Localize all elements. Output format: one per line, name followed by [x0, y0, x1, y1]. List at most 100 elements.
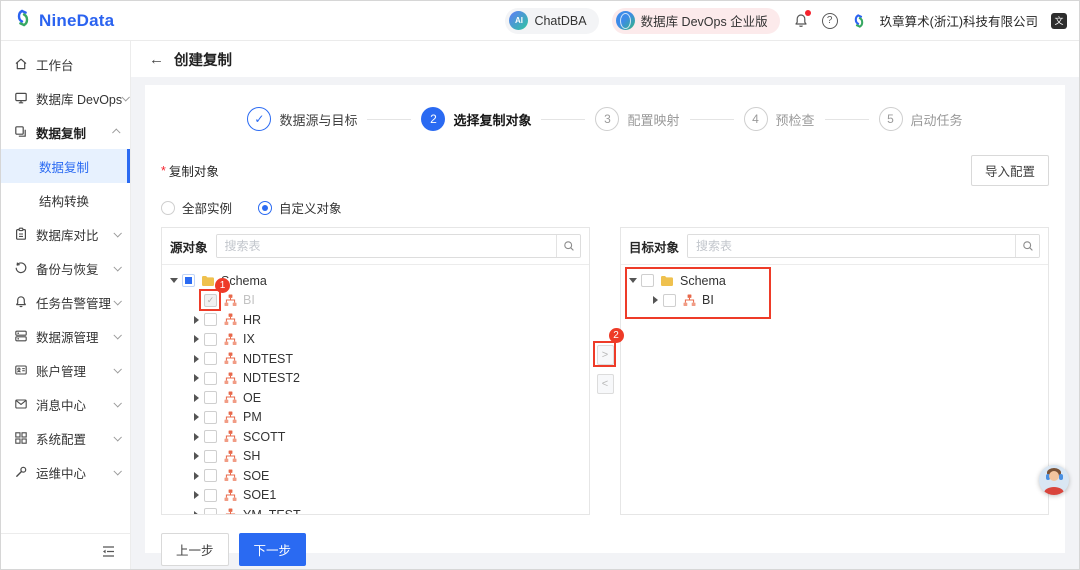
- sidebar-item-task-alert[interactable]: 任务告警管理: [1, 285, 130, 319]
- tree-row-PM[interactable]: PM: [168, 408, 585, 428]
- chevron-down-icon: [113, 467, 121, 475]
- search-icon[interactable]: [1015, 235, 1039, 257]
- tree-checkbox[interactable]: [204, 391, 217, 404]
- radio-circle-icon[interactable]: [161, 201, 175, 215]
- ninedata-logo[interactable]: NineData: [13, 8, 114, 33]
- caret-right-icon[interactable]: [190, 374, 202, 382]
- radio-custom-objects[interactable]: 自定义对象: [258, 198, 342, 217]
- tree-checkbox[interactable]: ✓: [204, 294, 217, 307]
- tree-checkbox[interactable]: [204, 450, 217, 463]
- main-card: ✓ 数据源与目标 2 选择复制对象 3 配置映射 4: [145, 85, 1065, 553]
- caret-right-icon[interactable]: [190, 491, 202, 499]
- caret-right-icon[interactable]: [190, 413, 202, 421]
- sidebar-item-replication[interactable]: 数据复制: [1, 115, 130, 149]
- tree-checkbox[interactable]: [204, 352, 217, 365]
- tree-row-SOE1[interactable]: SOE1: [168, 486, 585, 506]
- sidebar-item-workbench[interactable]: 工作台: [1, 47, 130, 81]
- annotation-badge-2: 2: [609, 328, 624, 343]
- caret-right-icon[interactable]: [649, 296, 661, 304]
- tree-row-IX[interactable]: IX: [168, 330, 585, 350]
- chatdba-button[interactable]: AI ChatDBA: [505, 8, 598, 34]
- sidebar-item-data-replication[interactable]: 数据复制: [1, 149, 130, 183]
- tree-checkbox[interactable]: [204, 508, 217, 514]
- caret-down-icon[interactable]: [627, 278, 639, 283]
- chevron-down-icon: [113, 399, 121, 407]
- tree-row-SH[interactable]: SH: [168, 447, 585, 467]
- caret-right-icon[interactable]: [190, 335, 202, 343]
- target-search-input[interactable]: [688, 235, 1015, 257]
- edition-badge[interactable]: 数据库 DevOps 企业版: [612, 8, 780, 34]
- sidebar-item-structure-transform[interactable]: 结构转换: [1, 183, 130, 217]
- folder-icon: [201, 274, 215, 288]
- import-config-button[interactable]: 导入配置: [971, 155, 1049, 186]
- language-switch-icon[interactable]: 文: [1051, 13, 1067, 29]
- caret-right-icon[interactable]: [190, 433, 202, 441]
- tree-checkbox[interactable]: [204, 313, 217, 326]
- tree-checkbox[interactable]: [204, 430, 217, 443]
- target-panel-title: 目标对象: [629, 237, 679, 256]
- tree-row-SCOTT[interactable]: SCOTT: [168, 427, 585, 447]
- previous-step-button[interactable]: 上一步: [161, 533, 229, 566]
- back-arrow-icon[interactable]: ←: [149, 52, 164, 67]
- sidebar-item-account[interactable]: 账户管理: [1, 353, 130, 387]
- sidebar-item-db-compare[interactable]: 数据库对比: [1, 217, 130, 251]
- tree-row-SOE[interactable]: SOE: [168, 466, 585, 486]
- tree-row-Schema[interactable]: Schema: [627, 271, 1044, 291]
- radio-all-instances[interactable]: 全部实例: [161, 198, 232, 217]
- tree-row-BI[interactable]: BI: [627, 291, 1044, 311]
- step-check-icon: ✓: [247, 107, 271, 131]
- sidebar-item-devops[interactable]: 数据库 DevOps: [1, 81, 130, 115]
- schema-icon: [223, 313, 237, 327]
- page-titlebar: ← 创建复制: [131, 41, 1079, 77]
- caret-right-icon[interactable]: [190, 316, 202, 324]
- menu-fold-icon[interactable]: [101, 544, 116, 559]
- tree-label: SOE1: [243, 488, 276, 502]
- caret-right-icon[interactable]: [190, 394, 202, 402]
- tree-row-YM_TEST[interactable]: YM_TEST: [168, 505, 585, 514]
- radio-circle-selected-icon[interactable]: [258, 201, 272, 215]
- help-icon[interactable]: ?: [822, 13, 838, 29]
- notification-bell-icon[interactable]: [793, 13, 809, 29]
- step-connector: [367, 119, 411, 120]
- caret-right-icon[interactable]: [190, 472, 202, 480]
- search-icon[interactable]: [556, 235, 580, 257]
- support-chat-avatar[interactable]: [1039, 465, 1069, 495]
- tree-row-HR[interactable]: HR: [168, 310, 585, 330]
- content-area: ← 创建复制 ✓ 数据源与目标 2 选择复制对象: [131, 41, 1079, 569]
- company-name[interactable]: 玖章算术(浙江)科技有限公司: [880, 11, 1038, 30]
- tree-row-BI[interactable]: ✓1BI: [168, 291, 585, 311]
- source-search-input[interactable]: [217, 235, 556, 257]
- caret-down-icon[interactable]: [168, 278, 180, 283]
- tree-row-NDTEST2[interactable]: NDTEST2: [168, 369, 585, 389]
- sidebar-item-message-center[interactable]: 消息中心: [1, 387, 130, 421]
- schema-icon: [223, 508, 237, 514]
- tree-row-Schema[interactable]: Schema: [168, 271, 585, 291]
- sidebar-item-datasource[interactable]: 数据源管理: [1, 319, 130, 353]
- step-select-objects: 2 选择复制对象: [421, 107, 531, 131]
- tree-row-NDTEST[interactable]: NDTEST: [168, 349, 585, 369]
- tree-checkbox[interactable]: [641, 274, 654, 287]
- tree-label: Schema: [680, 274, 726, 288]
- caret-right-icon[interactable]: [190, 452, 202, 460]
- sidebar-item-system-config[interactable]: 系统配置: [1, 421, 130, 455]
- tree-checkbox[interactable]: [663, 294, 676, 307]
- move-to-source-button[interactable]: <: [597, 374, 614, 394]
- move-to-target-button[interactable]: >: [597, 345, 614, 365]
- sidebar-item-ops-center[interactable]: 运维中心: [1, 455, 130, 489]
- caret-right-icon[interactable]: [190, 511, 202, 514]
- tree-row-OE[interactable]: OE: [168, 388, 585, 408]
- next-step-button[interactable]: 下一步: [239, 533, 307, 566]
- tree-checkbox[interactable]: [204, 411, 217, 424]
- sidebar-item-backup-restore[interactable]: 备份与恢复: [1, 251, 130, 285]
- tree-checkbox[interactable]: [204, 489, 217, 502]
- step-connector: [825, 119, 869, 120]
- tree-checkbox[interactable]: [182, 274, 195, 287]
- schema-icon: [223, 293, 237, 307]
- tree-checkbox[interactable]: [204, 372, 217, 385]
- tree-checkbox[interactable]: [204, 469, 217, 482]
- ninedata-logo-icon: [13, 8, 33, 33]
- source-tree: Schema✓1BIHRIXNDTESTNDTEST2OEPMSCOTTSHSO…: [162, 265, 589, 514]
- caret-right-icon[interactable]: [190, 355, 202, 363]
- schema-icon: [223, 371, 237, 385]
- tree-checkbox[interactable]: [204, 333, 217, 346]
